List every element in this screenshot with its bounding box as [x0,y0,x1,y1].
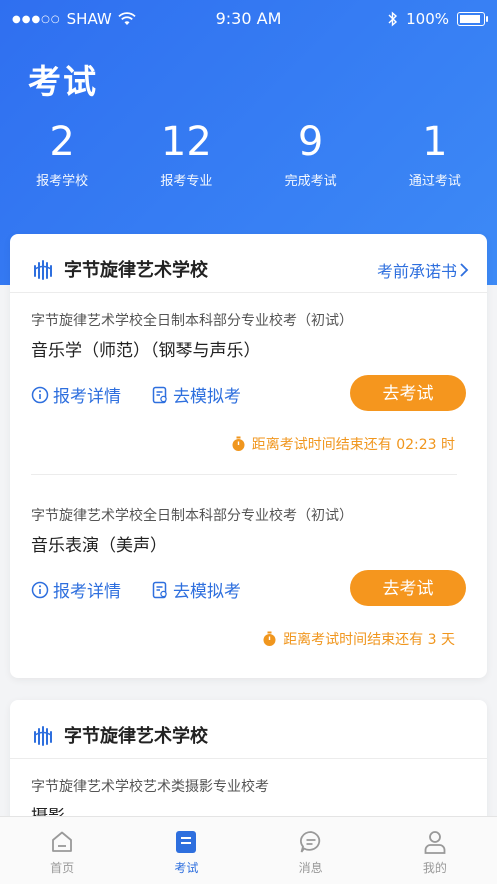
home-icon [52,831,73,852]
battery-percent: 100% [406,10,449,28]
stat-passed[interactable]: 1 通过考试 [373,120,497,189]
school-name: 字节旋律艺术学校 [64,726,208,747]
exam-details-link[interactable]: 报考详情 [31,577,121,602]
exam-title: 字节旋律艺术学校全日制本科部分专业校考（初试） [31,313,353,329]
exam-details-link[interactable]: 报考详情 [31,382,121,407]
bluetooth-icon [388,11,398,27]
countdown-text: 距离考试时间结束还有 02:23 时 [231,434,455,454]
go-exam-button[interactable]: 去考试 [350,570,466,606]
tab-profile[interactable]: 我的 [373,817,497,884]
battery-icon [457,12,488,26]
exam-major: 音乐表演（美声） [31,536,167,556]
stats-row: 2 报考学校 12 报考专业 9 完成考试 1 通过考试 [0,120,497,189]
stat-schools[interactable]: 2 报考学校 [0,120,124,189]
exam-icon [176,831,197,853]
countdown-text: 距离考试时间结束还有 3 天 [262,629,455,649]
stopwatch-icon [232,436,245,451]
exam-title: 字节旋律艺术学校艺术类摄影专业校考 [31,779,269,795]
mock-exam-link[interactable]: 去模拟考 [151,382,241,407]
school-logo-icon [34,260,52,280]
info-icon [31,581,49,598]
pledge-link[interactable]: 考前承诺书 [377,258,469,282]
mock-exam-icon [152,581,167,598]
bottom-tab-bar: 首页 考试 消息 我的 [0,816,497,884]
exam-title: 字节旋律艺术学校全日制本科部分专业校考（初试） [31,508,353,524]
school-card: 字节旋律艺术学校 考前承诺书 字节旋律艺术学校全日制本科部分专业校考（初试） 音… [10,234,487,678]
tab-home[interactable]: 首页 [0,817,124,884]
page-title: 考试 [28,62,98,101]
status-bar: ●●●○○ SHAW 9:30 AM 100% [0,0,497,36]
tab-messages[interactable]: 消息 [249,817,373,884]
stat-completed[interactable]: 9 完成考试 [249,120,373,189]
school-logo-icon [34,726,52,746]
info-icon [31,386,49,403]
profile-icon [424,831,446,854]
school-name: 字节旋律艺术学校 [64,260,208,281]
go-exam-button[interactable]: 去考试 [350,375,466,411]
mock-exam-link[interactable]: 去模拟考 [151,577,241,602]
exam-major: 音乐学（师范）（钢琴与声乐） [31,341,261,361]
card-header: 字节旋律艺术学校 考前承诺书 [10,234,487,293]
divider [31,474,457,475]
stat-majors[interactable]: 12 报考专业 [124,120,248,189]
stopwatch-icon [263,631,276,646]
mock-exam-icon [152,386,167,403]
message-icon [299,831,320,853]
card-header: 字节旋律艺术学校 [10,700,487,759]
tab-exam[interactable]: 考试 [124,817,248,884]
chevron-right-icon [460,263,469,277]
